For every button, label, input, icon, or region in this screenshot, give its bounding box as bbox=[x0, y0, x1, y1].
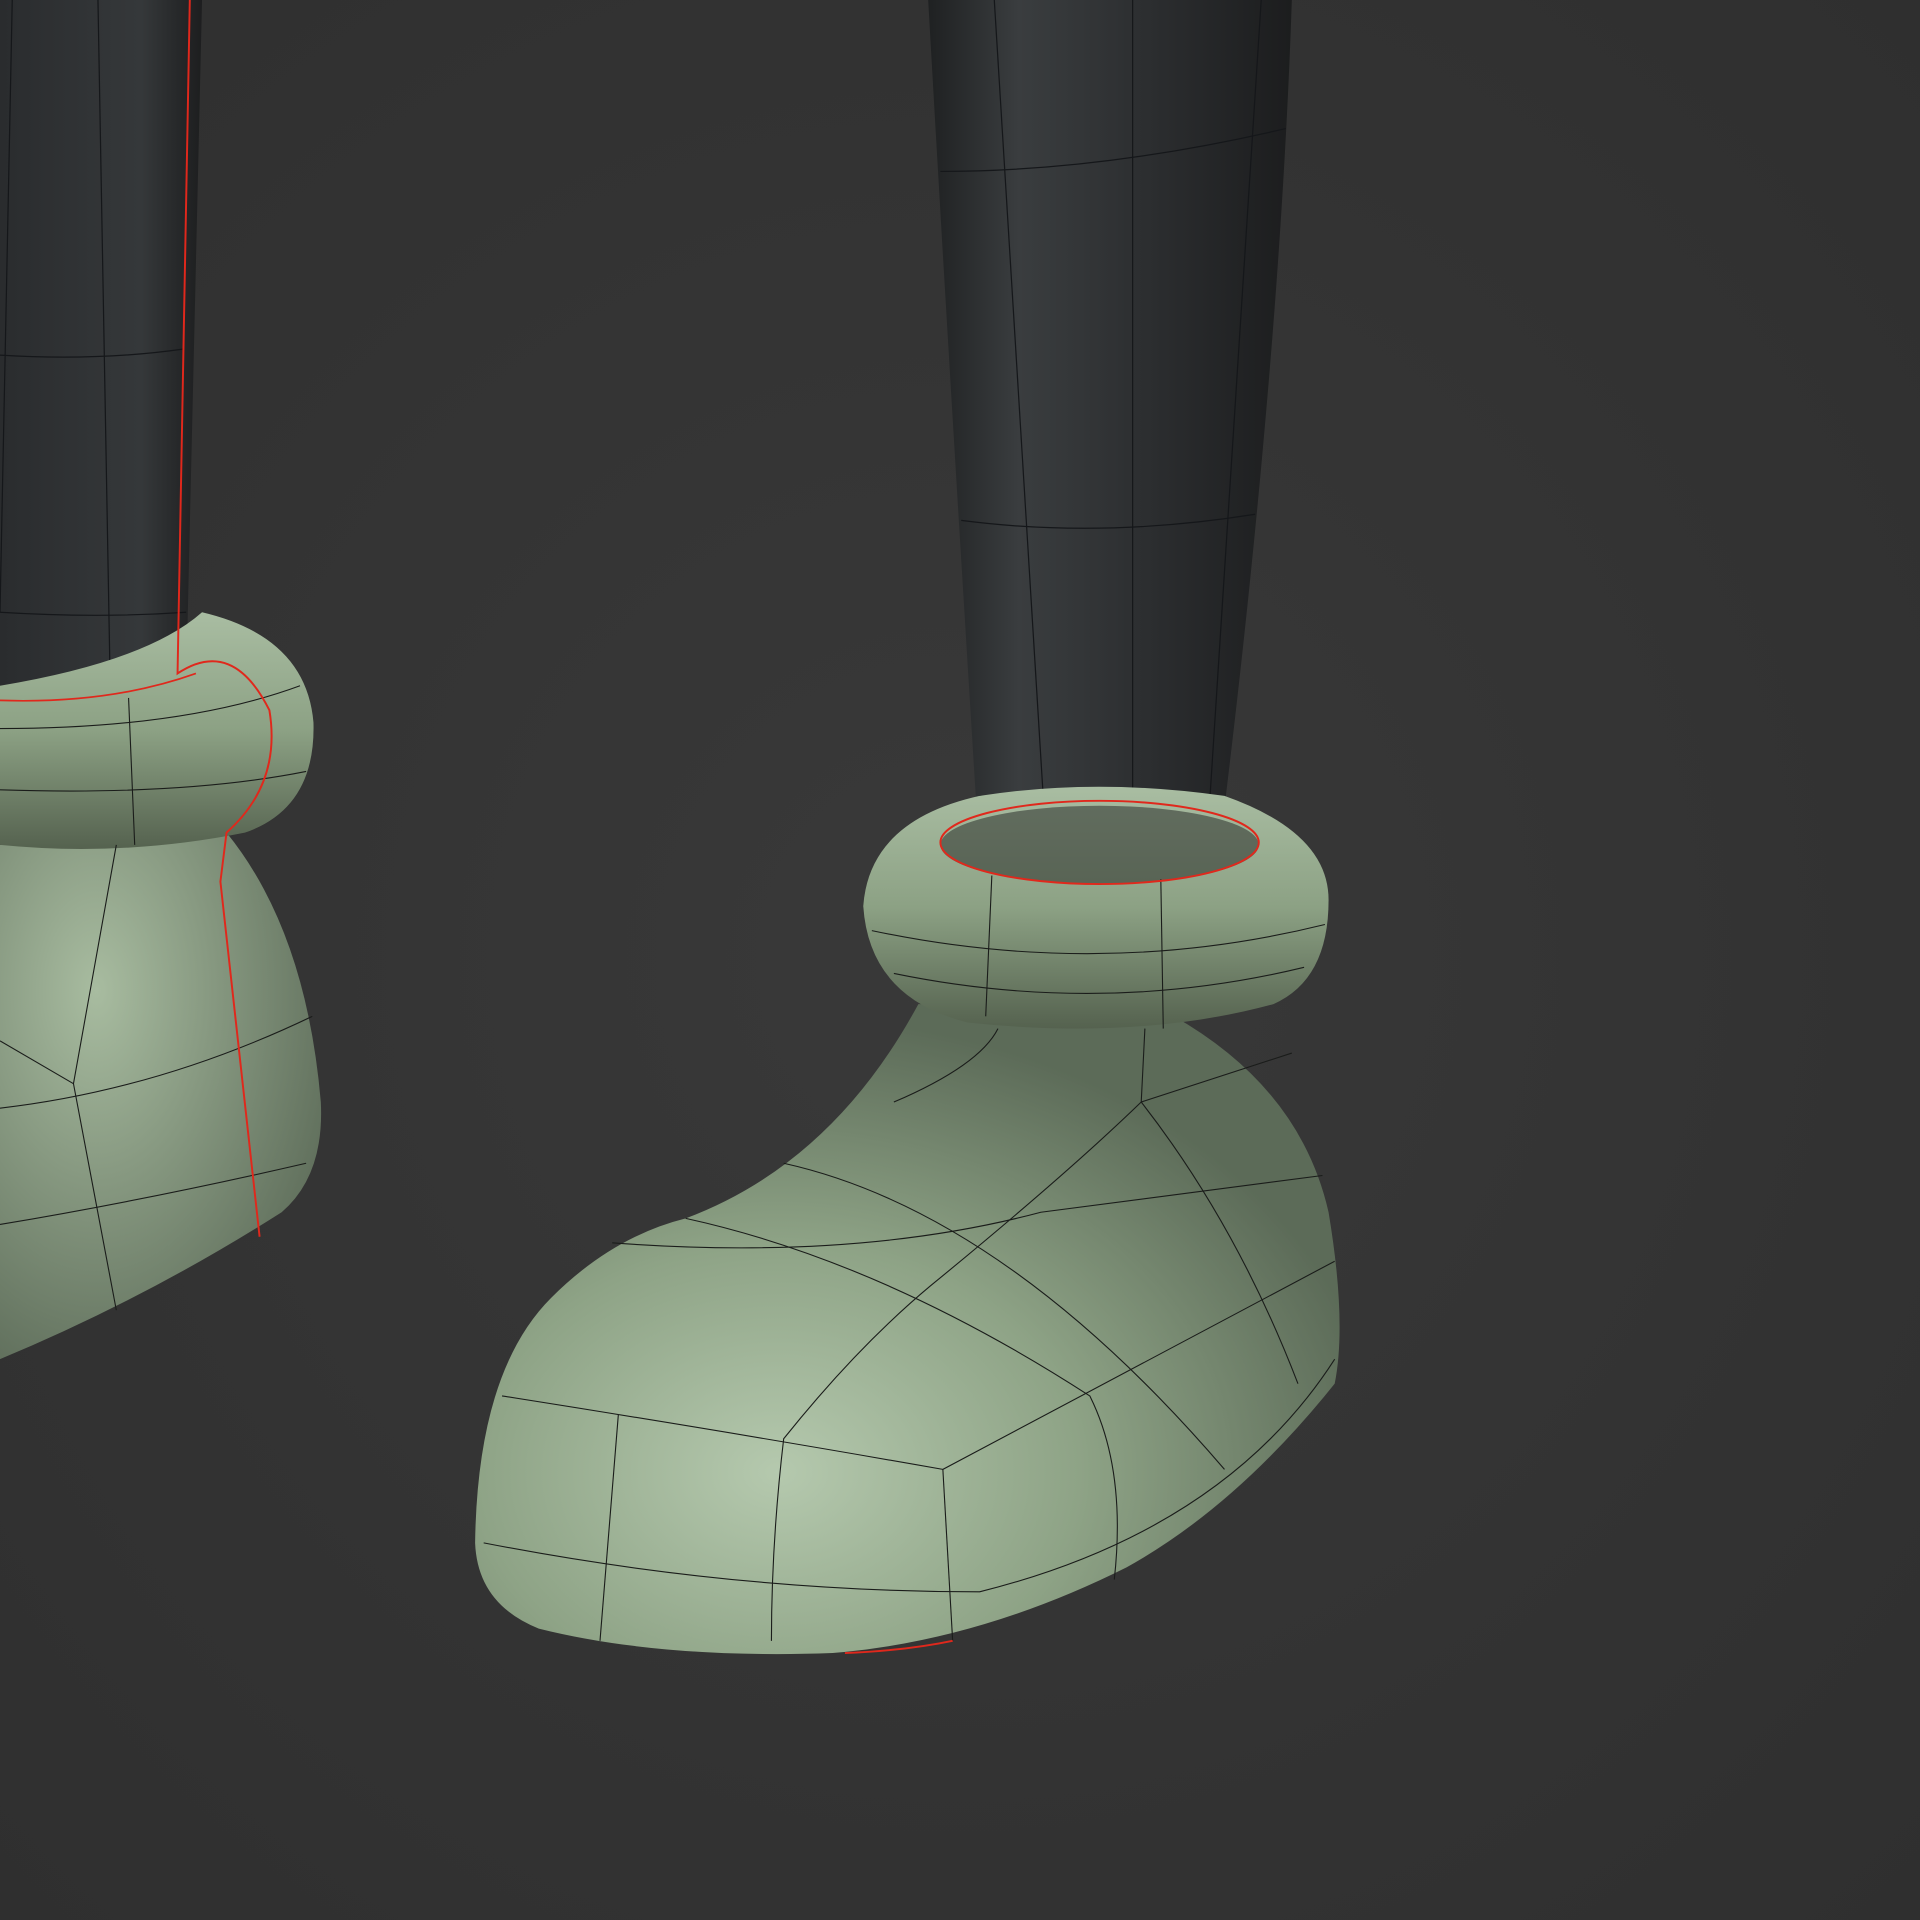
left-leg-shin bbox=[0, 0, 203, 686]
viewport-render bbox=[0, 0, 1920, 1920]
